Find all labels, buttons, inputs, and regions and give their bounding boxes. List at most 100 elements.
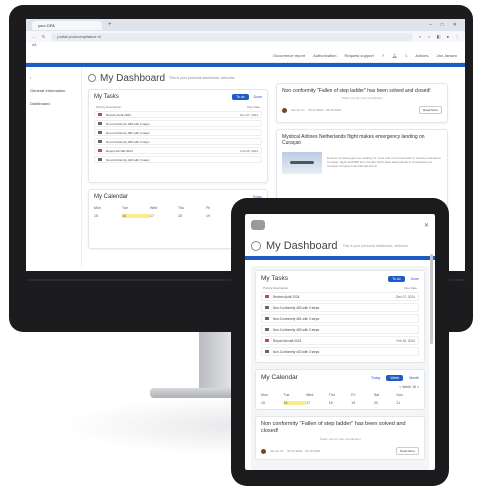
week-range[interactable]: < Week 15 > xyxy=(261,385,419,389)
task-icon xyxy=(98,122,102,125)
task-description: Review Audit 2024 xyxy=(273,294,300,299)
task-description: Review Audit 2024 xyxy=(106,112,131,117)
back-icon[interactable]: ← xyxy=(32,34,36,39)
calendar-date-cell[interactable]: 19 xyxy=(351,401,374,405)
company-logo-icon xyxy=(251,220,265,230)
profile-icon[interactable]: ● xyxy=(447,34,449,39)
star-icon[interactable]: ☆ xyxy=(427,34,431,39)
task-icon xyxy=(265,328,269,331)
calendar-date-cell[interactable]: 17 xyxy=(306,401,329,405)
news-2-title[interactable]: Mystical Airlines Netherlands flight mak… xyxy=(282,134,442,147)
calendar-day-label: Fri xyxy=(206,206,211,210)
close-icon[interactable]: ✕ xyxy=(453,22,457,28)
col-subject: Priority Description xyxy=(96,105,122,109)
reload-icon[interactable]: ↻ xyxy=(42,34,45,39)
calendar-date-cell[interactable]: 19 xyxy=(206,214,234,218)
tablet-tasks-card: My Tasks To do Done Priority Description… xyxy=(255,270,425,363)
tablet-calendar-card: My Calendar Today Week Month < Week 15 >… xyxy=(255,369,425,410)
menu-icon[interactable]: ⋮ xyxy=(455,34,459,39)
table-row[interactable]: Review Audit 2024 Dec 07, 2024 xyxy=(261,292,419,301)
calendar-day-label: Fri xyxy=(351,393,356,397)
calendar-date-cell[interactable]: 18 xyxy=(329,401,352,405)
table-row[interactable]: Non-Conformity 483 with 3 steps xyxy=(94,138,262,145)
priority-flag-icon xyxy=(98,149,102,152)
url-field[interactable]: portal.yourcompliance.nl xyxy=(51,32,413,41)
read-more-button[interactable]: Read More xyxy=(419,106,442,115)
table-row[interactable]: Non-Conformity 443 with 3 steps xyxy=(261,347,419,356)
sidebar-item-dashboard[interactable]: Dashboard xyxy=(26,97,81,110)
cal-tab-month[interactable]: Month xyxy=(409,376,419,380)
news-1-subtitle: Thank you for your contribution xyxy=(341,96,383,101)
calendar-day-label: Mon xyxy=(261,393,268,397)
calendar-date-cell[interactable]: 16 xyxy=(283,401,307,405)
bookmark-item[interactable]: All xyxy=(32,42,36,47)
extensions-icon[interactable]: ◧ xyxy=(437,34,441,39)
help-icon[interactable]: ? xyxy=(382,53,384,58)
zoom-icon[interactable]: ⌕ xyxy=(419,34,421,39)
task-description: Non-Conformity 443 with 3 steps xyxy=(273,349,320,354)
tablet-done-tab[interactable]: Done xyxy=(411,277,419,281)
tablet-calendar-header: My Calendar Today Week Month xyxy=(261,374,419,381)
calendar-card-header: My Calendar Today xyxy=(94,194,262,200)
tablet-news-title[interactable]: Non conformity "Fallen of step ladder" h… xyxy=(261,421,419,435)
tablet-tasks-title: My Tasks xyxy=(261,275,288,282)
bell-icon[interactable]: 🔔︎ xyxy=(392,53,397,58)
sidebar-item-toggle[interactable]: › xyxy=(26,71,81,84)
news-1-meta: Jan de Vri 05.01.2024 - 06.13.2024 Read … xyxy=(282,106,442,115)
tablet-subtitle: This is your personal dashboard, welcome xyxy=(342,244,409,248)
calendar-day-label: Tue xyxy=(122,206,128,210)
tablet-tasks-column-header: Priority Description Due Date xyxy=(261,286,419,290)
tablet-tasks-header: My Tasks To do Done xyxy=(261,275,419,282)
done-tab[interactable]: Done xyxy=(254,95,262,99)
tablet-todo-tab[interactable]: To do xyxy=(388,275,405,282)
tasks-card: My Tasks To do Done Priority Description… xyxy=(88,89,268,183)
browser-tab[interactable]: your DPA xyxy=(32,20,102,30)
table-row[interactable]: Non-Conformity 483 with 3 steps xyxy=(261,325,419,334)
header-link-authorization[interactable]: Authorization xyxy=(313,53,336,58)
table-row[interactable]: Non-Conformity 443 with 3 steps xyxy=(94,156,262,163)
new-tab-icon[interactable]: + xyxy=(108,22,112,28)
sidebar-item-general[interactable]: General Information xyxy=(26,84,81,97)
table-row[interactable]: Non-Conformity 483 with 3 steps xyxy=(261,303,419,312)
tasks-list: Review Audit 2024 Dec 07, 2024 Non-Conform… xyxy=(94,111,262,163)
address-bar: ← ↻ portal.yourcompliance.nl ⌕ ☆ ◧ ● ⋮ xyxy=(26,31,465,42)
calendar-date-cell[interactable]: 15 xyxy=(261,401,284,405)
accent-bar xyxy=(245,256,435,260)
header-link-support[interactable]: Request support xyxy=(345,53,374,58)
news-1-author: Jan de Vri xyxy=(291,108,305,113)
table-row[interactable]: Review Audit 2024 Dec 07, 2024 xyxy=(94,111,262,118)
tablet-page-title: My Dashboard This is your personal dashb… xyxy=(245,236,435,254)
airplane-image xyxy=(282,151,322,174)
cal-tab-today[interactable]: Today xyxy=(371,376,380,380)
task-icon xyxy=(98,131,102,134)
tablet-read-more-button[interactable]: Read More xyxy=(396,447,419,456)
task-due-date: Dec 07, 2024 xyxy=(396,294,415,299)
task-description: Report Aircraft 2024 xyxy=(273,338,302,343)
close-icon[interactable]: ✕ xyxy=(424,222,429,229)
maximize-icon[interactable]: □ xyxy=(441,22,444,28)
tablet-calendar-title: My Calendar xyxy=(261,374,298,381)
news-1-title[interactable]: Non conformity "Fallen of step ladder" h… xyxy=(282,88,442,94)
table-row[interactable]: Report Aircraft 2024 Feb 26, 2024 xyxy=(94,147,262,154)
cal-tab-week[interactable]: Week xyxy=(386,374,404,381)
user-menu[interactable]: Jan Jansen xyxy=(437,53,457,58)
minimize-icon[interactable]: – xyxy=(429,22,432,28)
scrollbar[interactable] xyxy=(430,254,433,344)
page-title-text: My Dashboard xyxy=(100,72,166,84)
table-row[interactable]: Report Aircraft 2024 Feb 26, 2024 xyxy=(261,336,419,345)
tablet-col-due: Due Date xyxy=(404,286,417,290)
task-description: Non-Conformity 483 with 3 steps xyxy=(273,327,320,332)
todo-tab[interactable]: To do xyxy=(232,94,249,100)
calendar-date-cell[interactable]: 20 xyxy=(374,401,397,405)
table-row[interactable]: Non-Conformity 483 with 3 steps xyxy=(94,120,262,127)
calendar-date-cell[interactable]: 17 xyxy=(150,214,178,218)
calendar-date-cell[interactable]: 18 xyxy=(178,214,206,218)
calendar-date-cell[interactable]: 21 xyxy=(396,401,419,405)
table-row[interactable]: Non-Conformity 481 with 3 steps xyxy=(261,314,419,323)
header-link-occurrence[interactable]: Occurrence report xyxy=(273,53,305,58)
calendar-date-cell[interactable]: 16 xyxy=(122,214,150,218)
calendar-date-cell[interactable]: 15 xyxy=(94,214,122,218)
table-row[interactable]: Non-Conformity 481 with 3 steps xyxy=(94,129,262,136)
window-controls: – □ ✕ xyxy=(429,22,465,28)
actions-menu[interactable]: Actions xyxy=(415,53,428,58)
